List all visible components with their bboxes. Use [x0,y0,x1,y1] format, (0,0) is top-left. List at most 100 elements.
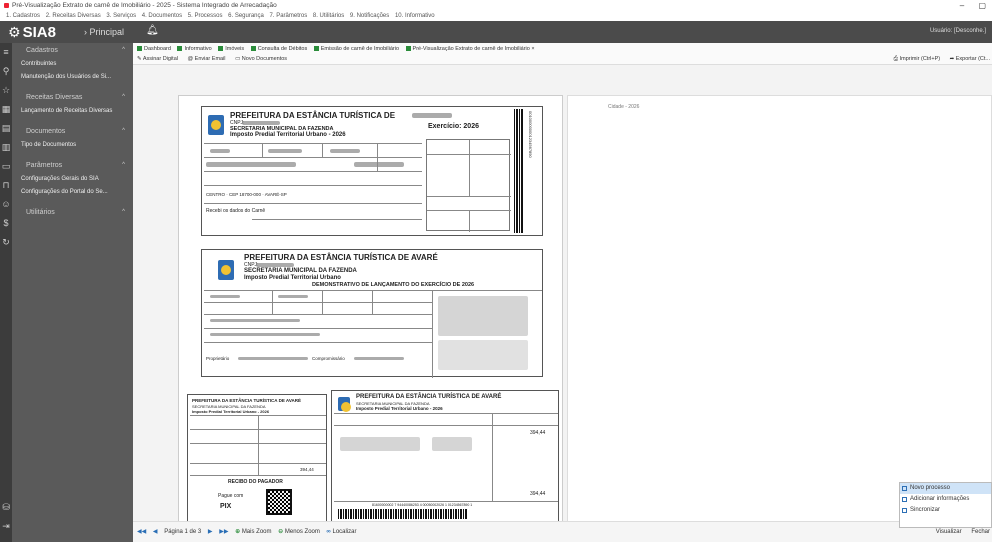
printer-icon [313,46,319,52]
menu-item[interactable]: 3. Serviços [106,13,136,19]
side-barcode [514,109,524,233]
sidebar-section-parametros[interactable]: Parâmetros ^ [12,158,133,173]
logout-icon[interactable]: ⇥ [0,517,12,536]
city-crest-icon [338,397,351,412]
menu-item[interactable]: 8. Utilitários [313,13,344,19]
city-crest-icon [208,115,224,135]
dollar-icon[interactable]: $ [0,214,12,233]
user-label[interactable]: Usuário: [Desconhe.] [930,28,986,34]
sidebar-item-lancamento[interactable]: Lançamento de Receitas Diversas [12,105,133,118]
maximize-button[interactable]: ▢ [978,1,986,10]
lock-icon[interactable]: ⊓ [0,176,12,195]
block2-demo-title: DEMONSTRATIVO DE LANÇAMENTO DO EXERCÍCIO… [312,282,475,288]
database-icon[interactable]: ⛁ [0,498,12,517]
block2-tax: Imposto Predial Territorial Urbano [244,275,341,281]
chevron-up-icon: ^ [122,128,125,134]
export-button[interactable]: ➦ Exportar (Ct... [950,56,990,62]
chart-icon[interactable]: ▥ [0,138,12,157]
action-row: ✎ Assinar Digital @ Enviar Email ▭ Novo … [137,54,295,64]
pager-bar: ◀◀ ◀ Página 1 de 3 ▶ ▶▶ ⊕ Mais Zoom ⊖ Me… [133,521,992,542]
block2-owner-label: Proprietário [206,356,230,361]
zoom-out-button[interactable]: ⊖ Menos Zoom [278,529,320,535]
window-title: Pré-Visualização Extrato de carnê de Imo… [12,2,277,9]
document-page-2: Cidade - 2026 [567,95,992,526]
barcode-digits: 81600000002 7 94440086253 4 00050002026 … [372,503,473,507]
first-page-button[interactable]: ◀◀ [137,529,146,535]
building-icon[interactable]: ▦ [0,100,12,119]
find-button[interactable]: ∞ Localizar [327,529,357,535]
block3-value: 394,44 [300,467,314,472]
menu-item[interactable]: 7. Parâmetros [270,13,308,19]
tab-informativo[interactable]: Informativo [177,46,212,52]
popup-item-new-process[interactable]: Novo processo [900,483,991,494]
close-button[interactable]: Fechar [971,529,990,535]
block3-left-tax: Imposto Predial Territorial Urbano - 202… [192,409,270,414]
home-icon [177,46,183,52]
binoculars-icon: ∞ [326,529,331,535]
menu-icon[interactable]: ≡ [0,43,12,62]
visualize-button[interactable]: Visualizar [936,529,962,535]
block1-tax: Imposto Predial Territorial Urbano - 202… [230,132,346,138]
block3-pix: PIX [220,503,232,510]
block3-right-tax: Imposto Predial Territorial Urbano - 202… [356,406,443,411]
block1-exercise: Exercício: 2026 [428,123,479,130]
icon-rail: ≡ ⚲ ☆ ▦ ▤ ▥ ▭ ⊓ ☺ $ ↻ ⛁ ⇥ [0,43,12,542]
sidebar-item-config-gerais[interactable]: Configurações Gerais do SIA [12,173,133,186]
menu-item[interactable]: 9. Notificações [350,13,389,19]
block3-left-title: PREFEITURA DA ESTÂNCIA TURÍSTICA DE AVAR… [192,398,302,403]
bell-icon[interactable]: 🔔︎ [146,25,159,36]
star-icon[interactable]: ☆ [0,81,12,100]
next-page-button[interactable]: ▶ [208,529,213,535]
history-icon[interactable]: ↻ [0,233,12,252]
tab-pre-visualizacao[interactable]: Pré-Visualização Extrato de carnê de Imo… [405,46,535,52]
form-icon[interactable]: ▤ [0,119,12,138]
document-viewer[interactable]: PREFEITURA DA ESTÂNCIA TURÍSTICA DE CNPJ… [133,65,992,526]
sign-digital-button[interactable]: ✎ Assinar Digital [137,56,178,62]
user-icon[interactable]: ☺ [0,195,12,214]
document-icon [902,486,907,491]
popup-item-add-info[interactable]: Adicionar informações [900,494,991,505]
tab-dashboard[interactable]: Dashboard [137,46,171,52]
sidebar-item-tipo-documentos[interactable]: Tipo de Documentos [12,139,133,152]
menu-item[interactable]: 6. Segurança [228,13,264,19]
block3-receipt: RECIBO DO PAGADOR [228,479,283,485]
popup-item-sync[interactable]: Sincronizar [900,505,991,516]
menu-item[interactable]: 10. Informativo [395,13,435,19]
close-tab-icon[interactable]: × [531,46,534,52]
side-code: 001000000001234567890 [528,111,533,158]
block3-right-value-bottom: 394,44 [530,491,546,497]
send-email-button[interactable]: @ Enviar Email [188,56,226,62]
zoom-in-button[interactable]: ⊕ Mais Zoom [235,529,271,535]
search-icon[interactable]: ⚲ [0,62,12,81]
context-popup: Novo processo Adicionar informações Sinc… [899,482,992,528]
sidebar-section-cadastros[interactable]: Cadastros ^ [12,43,133,58]
document-icon[interactable]: ▭ [0,157,12,176]
prev-page-button[interactable]: ◀ [153,529,158,535]
menu-item[interactable]: 4. Documentos [142,13,182,19]
menu-item[interactable]: 1. Cadastros [6,13,40,19]
tab-emissao-carne[interactable]: Emissão de carnê de Imobiliário [313,46,399,52]
sidebar-item-config-portal[interactable]: Configurações do Portal do Se... [12,186,133,199]
sidebar-item-contribuintes[interactable]: Contribuintes [12,58,133,71]
sidebar-item-usuarios[interactable]: Manutenção dos Usuários de Si... [12,71,133,84]
tab-consulta-debitos[interactable]: Consulta de Débitos [250,46,307,52]
menu-item[interactable]: 5. Processos [188,13,223,19]
new-documents-button[interactable]: ▭ Novo Documentos [235,56,287,62]
zoom-out-icon: ⊖ [278,529,284,535]
action-row-right: ⎙ Imprimir (Ctrl+P) ➦ Exportar (Ct... [886,54,990,64]
print-button[interactable]: ⎙ Imprimir (Ctrl+P) [894,56,940,62]
last-page-button[interactable]: ▶▶ [219,529,228,535]
window-controls: – ▢ [948,0,986,12]
menu-item[interactable]: 2. Receitas Diversas [46,13,101,19]
tab-imoveis[interactable]: Imóveis [218,46,244,52]
minimize-button[interactable]: – [960,1,964,10]
page2-label: Cidade - 2026 [608,104,640,110]
menu-bar: 1. Cadastros 2. Receitas Diversas 3. Ser… [0,12,992,21]
sidebar-section-utilitarios[interactable]: Utilitários ^ [12,205,133,220]
gear-logo-icon: ⚙ [8,24,21,40]
breadcrumb[interactable]: › Principal [84,26,124,38]
page-indicator[interactable]: Página 1 de 3 [164,529,201,535]
app-logo[interactable]: ⚙ SIA8 [8,23,56,42]
sidebar-section-receitas[interactable]: Receitas Diversas ^ [12,90,133,105]
sidebar-section-documentos[interactable]: Documentos ^ [12,124,133,139]
